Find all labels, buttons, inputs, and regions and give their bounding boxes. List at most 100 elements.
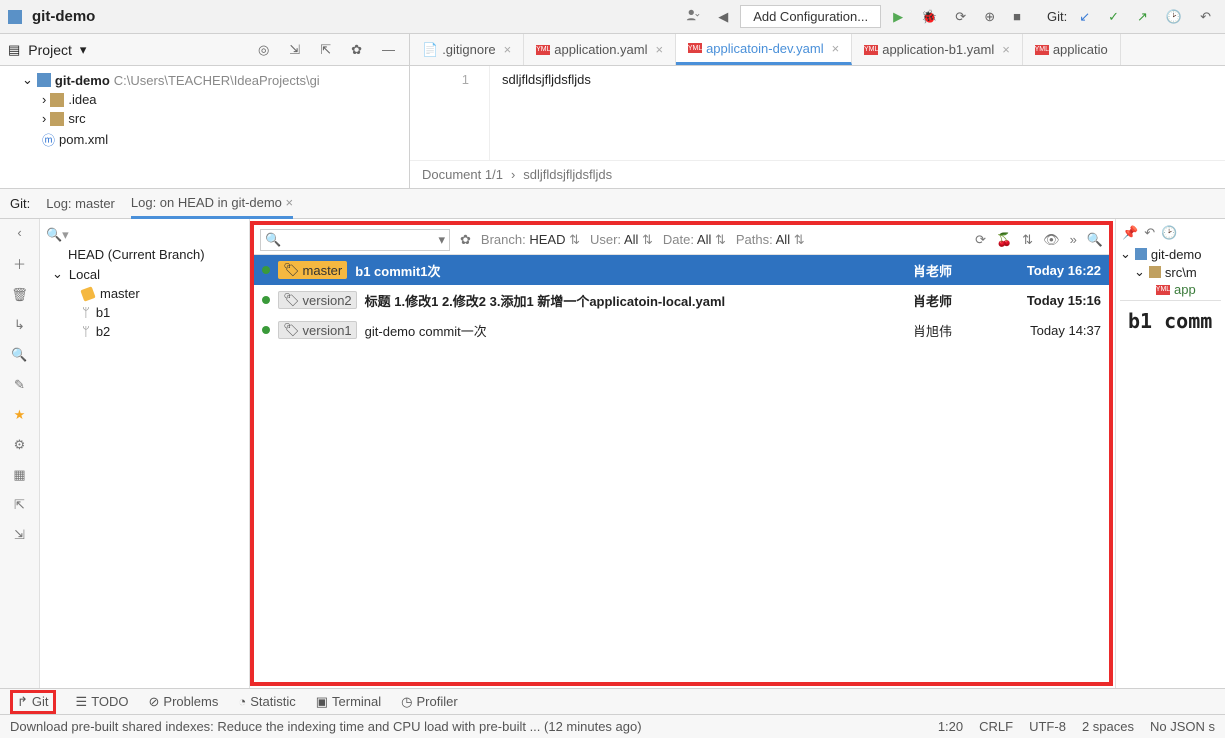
project-view-icon[interactable]: ▤ — [8, 42, 20, 58]
stop-icon[interactable]: ■ — [1007, 5, 1027, 28]
sort-icon[interactable]: ⇅ — [1022, 232, 1033, 248]
git-push-icon[interactable]: ↗ — [1131, 5, 1154, 29]
git-rollback-icon[interactable]: ↶ — [1194, 5, 1217, 29]
branch-icon[interactable]: ↳ — [14, 317, 25, 333]
tree-root[interactable]: ⌄ git-demo C:\Users\TEACHER\IdeaProjects… — [0, 70, 409, 90]
branch-head[interactable]: HEAD (Current Branch) — [40, 245, 249, 264]
dropdown-icon[interactable]: ▾ — [80, 42, 87, 58]
status-position[interactable]: 1:20 — [938, 719, 963, 734]
tab-application[interactable]: YMLapplication.yaml× — [524, 34, 676, 65]
more-icon[interactable]: » — [1070, 232, 1077, 247]
tree-item[interactable]: YMLapp — [1120, 281, 1221, 298]
changed-files-tree[interactable]: ⌄git-demo ⌄src\m YMLapp — [1120, 243, 1221, 300]
filter-settings-icon[interactable]: ✿ — [460, 232, 471, 248]
add-icon[interactable]: ＋ — [13, 254, 26, 273]
star-icon[interactable]: ★ — [14, 407, 26, 423]
back-icon[interactable]: ◀ — [712, 5, 734, 29]
close-icon[interactable]: × — [832, 41, 840, 56]
commit-list[interactable]: 🏷 master b1 commit1次 肖老师 Today 16:22 🏷 v… — [254, 255, 1109, 345]
breadcrumb-path[interactable]: sdljfldsjfljdsfljds — [523, 167, 612, 182]
profile-icon[interactable]: ⊕ — [978, 5, 1001, 29]
editor-tabs: 📄.gitignore× YMLapplication.yaml× YMLapp… — [410, 34, 1225, 66]
coverage-icon[interactable]: ⟳ — [949, 5, 972, 29]
commit-row[interactable]: 🏷 version2 标题 1.修改1 2.修改2 3.添加1 新增一个appl… — [254, 285, 1109, 315]
diff-icon[interactable]: ▦ — [13, 467, 25, 483]
undo-icon[interactable]: ↶ — [1144, 225, 1155, 241]
log-search-input[interactable]: 🔍▾ — [260, 229, 450, 251]
hide-icon[interactable]: — — [376, 38, 401, 61]
project-pane-label[interactable]: Project — [28, 42, 72, 58]
close-icon[interactable]: × — [655, 42, 663, 57]
expand-icon[interactable]: ⇲ — [283, 38, 306, 62]
run-icon[interactable]: ▶ — [887, 5, 909, 29]
commit-row[interactable]: 🏷 master b1 commit1次 肖老师 Today 16:22 — [254, 255, 1109, 285]
branch-local-group[interactable]: ⌄Local — [40, 264, 249, 284]
tree-item-src[interactable]: ›src — [0, 109, 409, 128]
status-encoding[interactable]: UTF-8 — [1029, 719, 1066, 734]
redo-icon[interactable]: 🕑 — [1161, 225, 1177, 241]
user-dropdown-icon[interactable] — [680, 4, 706, 29]
editor-body[interactable]: sdljfldsjfljdsfljds — [490, 66, 603, 160]
tree-item[interactable]: ⌄src\m — [1120, 263, 1221, 281]
project-tree[interactable]: ⌄ git-demo C:\Users\TEACHER\IdeaProjects… — [0, 66, 409, 188]
tree-label: src\m — [1165, 265, 1197, 280]
bottom-tab-profiler[interactable]: ◷Profiler — [401, 694, 458, 710]
branch-b1[interactable]: ᛘb1 — [40, 303, 249, 322]
filter-paths[interactable]: Paths: All ⇅ — [736, 232, 805, 248]
chevron-right-icon: › — [42, 111, 46, 126]
debug-icon[interactable]: 🐞 — [915, 5, 943, 29]
collapse-icon[interactable]: ⇱ — [314, 38, 337, 62]
tree-item-pom[interactable]: ⓜpom.xml — [0, 128, 409, 151]
status-line-ending[interactable]: CRLF — [979, 719, 1013, 734]
close-icon[interactable]: × — [286, 195, 294, 210]
collapse-all-icon[interactable]: ⇲ — [14, 527, 25, 543]
git-history-icon[interactable]: 🕑 — [1160, 5, 1188, 29]
edit-icon[interactable]: ✎ — [14, 377, 25, 393]
tree-item-idea[interactable]: ›.idea — [0, 90, 409, 109]
status-message[interactable]: Download pre-built shared indexes: Reduc… — [10, 719, 922, 734]
bottom-tab-label: Git — [32, 694, 49, 709]
filter-branch[interactable]: Branch: HEAD ⇅ — [481, 232, 580, 248]
back-icon[interactable]: ‹ — [17, 225, 21, 240]
tab-gitignore[interactable]: 📄.gitignore× — [410, 34, 524, 65]
bottom-tab-git[interactable]: ↱Git — [10, 690, 56, 714]
expand-all-icon[interactable]: ⇱ — [14, 497, 25, 513]
target-icon[interactable]: ◎ — [252, 38, 275, 62]
git-update-icon[interactable]: ↙ — [1073, 5, 1096, 29]
search-icon[interactable]: 🔍 — [11, 347, 27, 363]
filter-date[interactable]: Date: All ⇅ — [663, 232, 726, 248]
gear-icon[interactable]: ⚙ — [14, 437, 26, 453]
tab-application-b1[interactable]: YMLapplication-b1.yaml× — [852, 34, 1023, 65]
breadcrumb-doc[interactable]: Document 1/1 — [422, 167, 503, 182]
bottom-tab-statistic[interactable]: ◔Statistic — [238, 694, 295, 709]
branch-master[interactable]: master — [40, 284, 249, 303]
commit-row[interactable]: 🏷 version1 git-demo commit一次 肖旭伟 Today 1… — [254, 315, 1109, 345]
branch-b2[interactable]: ᛘb2 — [40, 322, 249, 341]
code-editor[interactable]: 1 sdljfldsjfljdsfljds — [410, 66, 1225, 160]
bottom-tab-problems[interactable]: ⊘Problems — [149, 694, 219, 710]
git-tab-log-head[interactable]: Log: on HEAD in git-demo × — [131, 189, 293, 219]
eye-icon[interactable]: 👁 — [1043, 232, 1060, 248]
bottom-tab-todo[interactable]: ☰TODO — [76, 694, 129, 710]
status-indent[interactable]: 2 spaces — [1082, 719, 1134, 734]
tab-application-more[interactable]: YMLapplicatio — [1023, 34, 1121, 65]
close-icon[interactable]: × — [1002, 42, 1010, 57]
search-icon: 🔍 — [265, 232, 281, 248]
settings-icon[interactable]: ✿ — [345, 38, 368, 62]
refresh-icon[interactable]: ⟳ — [975, 232, 986, 248]
git-tab-log-master[interactable]: Log: master — [46, 190, 115, 217]
delete-icon[interactable]: 🗑 — [11, 287, 28, 303]
tree-item[interactable]: ⌄git-demo — [1120, 245, 1221, 263]
filter-user[interactable]: User: All ⇅ — [590, 232, 653, 248]
bottom-tab-terminal[interactable]: ▣Terminal — [316, 694, 381, 710]
branch-search[interactable]: 🔍▾ — [40, 225, 249, 245]
status-schema[interactable]: No JSON s — [1150, 719, 1215, 734]
close-icon[interactable]: × — [504, 42, 512, 57]
cherry-pick-icon[interactable]: 🍒 — [996, 232, 1012, 248]
search-icon[interactable]: 🔍 — [1087, 232, 1103, 248]
folder-icon — [1149, 266, 1161, 278]
add-configuration-button[interactable]: Add Configuration... — [740, 5, 881, 28]
tab-application-dev[interactable]: YMLapplicatoin-dev.yaml× — [676, 34, 852, 65]
pin-icon[interactable]: 📌 — [1122, 225, 1138, 241]
git-commit-icon[interactable]: ✓ — [1102, 5, 1125, 29]
